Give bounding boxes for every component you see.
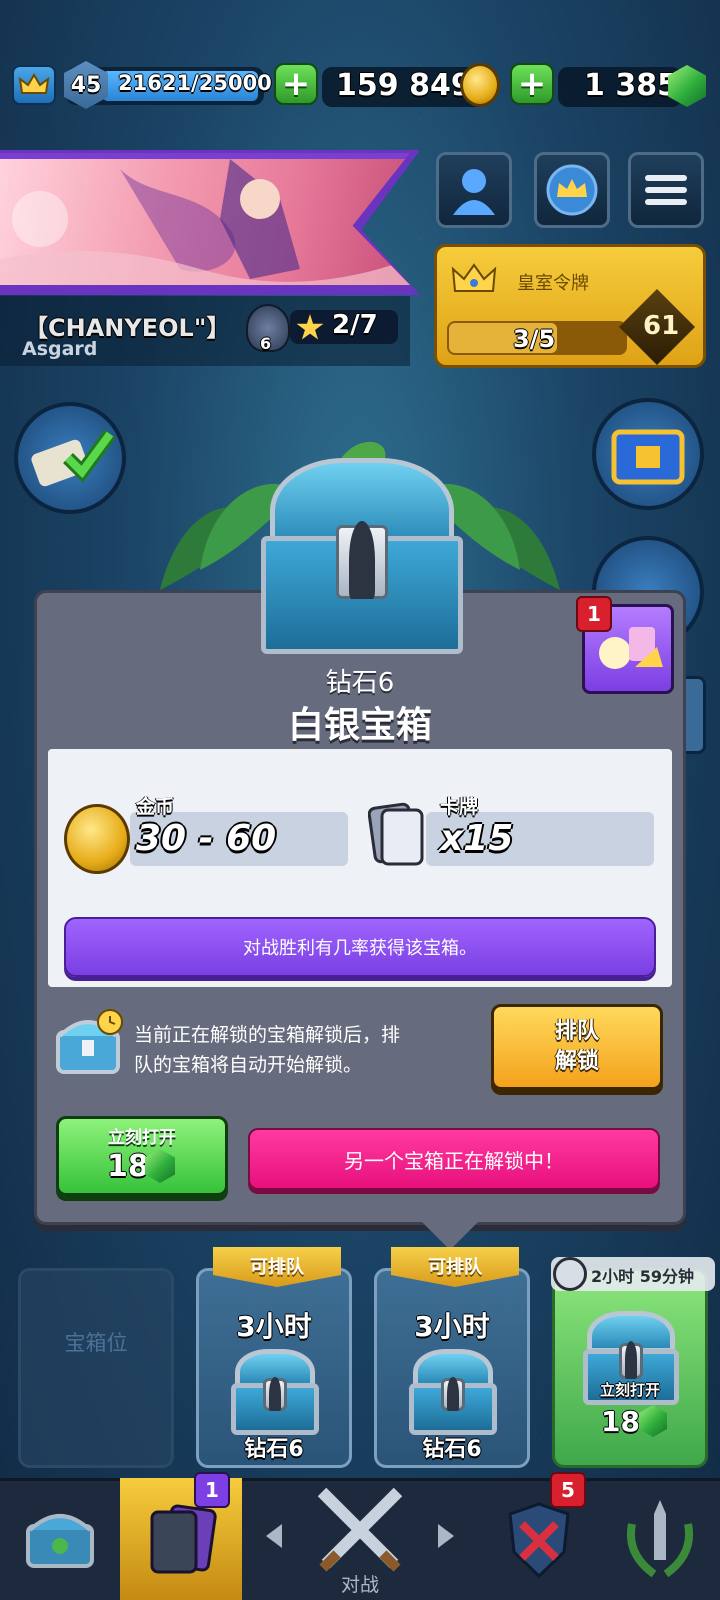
nav-events[interactable]	[598, 1478, 720, 1600]
queue-button-line1: 排队	[554, 1019, 599, 1044]
queue-button-line2: 解锁	[554, 1049, 599, 1074]
clan-shield-icon	[508, 1502, 570, 1579]
empty-slot-label: 宝箱位	[64, 1331, 128, 1355]
royal-pass-card[interactable]: 皇室令牌 3/5 61	[434, 244, 706, 368]
queue-unlock-button[interactable]: 排队 解锁	[491, 1004, 663, 1090]
trophy-rank: 6	[260, 334, 272, 353]
add-gems-button[interactable]: +	[510, 63, 554, 105]
crossed-swords-icon	[317, 1487, 403, 1572]
chest-unlocking-notice[interactable]: 另一个宝箱正在解锁中！	[248, 1128, 660, 1190]
menu-icon[interactable]	[628, 152, 704, 228]
chest-arena: 钻石6	[325, 668, 395, 698]
slot-arena-2: 钻石6	[422, 1437, 482, 1462]
crown-icon[interactable]	[12, 65, 56, 105]
slot-open-cost: 18	[601, 1405, 640, 1438]
clan-emblem-button[interactable]	[534, 152, 610, 228]
gold-value: 159 849	[336, 68, 472, 103]
top-bar: 45 21621/25000 + 159 849 + 1 385	[0, 55, 720, 115]
cards-reward-label: 卡牌	[440, 796, 479, 818]
cards-reward-value: x15	[440, 818, 514, 859]
reward-badge-count: 1	[587, 602, 601, 626]
reward-notification-badge: 1	[576, 596, 612, 632]
chest-slot-empty[interactable]: 宝箱位	[18, 1268, 174, 1468]
queue-ribbon-1: 可排队	[213, 1247, 341, 1287]
nav-right-arrow[interactable]	[438, 1524, 454, 1548]
win-chance-text: 对战胜利有几率获得该宝箱。	[243, 938, 477, 959]
queue-chest-icon	[52, 1006, 128, 1082]
slot-chest-icon-1	[227, 1349, 323, 1435]
slot-chest-icon-2	[405, 1349, 501, 1435]
gold-reward-value: 30 - 60	[136, 818, 277, 859]
battle-label: 对战	[340, 1574, 379, 1596]
nav-shop[interactable]	[0, 1478, 120, 1600]
ribbon-label-1: 可排队	[250, 1257, 304, 1278]
shop-chest-icon	[26, 1514, 94, 1568]
gem-value: 1 385	[584, 68, 678, 103]
slot-time-2: 3小时	[414, 1310, 490, 1343]
profile-info[interactable]: 【CHANYEOL"】 Asgard 6 2/7	[0, 296, 410, 366]
laurel-sword-icon	[627, 1500, 693, 1578]
open-now-button[interactable]: 立刻打开 18	[56, 1116, 228, 1196]
slot-open-label: 立刻打开	[599, 1381, 660, 1399]
slot-arena-1: 钻石6	[244, 1437, 304, 1462]
cards-notification-badge: 1	[194, 1472, 230, 1508]
silver-chest-image	[252, 458, 472, 654]
timer-icon	[553, 1257, 587, 1291]
open-now-gem-icon	[145, 1149, 175, 1183]
royal-pass-crown-icon	[451, 261, 497, 297]
nav-left-arrow[interactable]	[266, 1524, 282, 1548]
slot-time-1: 3小时	[236, 1310, 312, 1343]
open-now-label: 立刻打开	[108, 1128, 176, 1148]
level-value: 45	[70, 72, 102, 98]
gold-reward-icon	[64, 804, 130, 874]
chest-title: 白银宝箱	[287, 705, 432, 746]
shop-chest-button[interactable]	[592, 398, 704, 510]
cards-deck-icon	[150, 1504, 217, 1574]
slot-gem-icon	[639, 1405, 667, 1437]
queue-info-text: 当前正在解锁的宝箱解锁后，排 队的宝箱将自动开始解锁。	[134, 1020, 474, 1080]
cards-badge-count: 1	[205, 1478, 219, 1502]
cards-icon	[367, 800, 430, 870]
win-chance-banner: 对战胜利有几率获得该宝箱。	[64, 917, 656, 977]
quest-button[interactable]	[14, 402, 126, 514]
gold-coin-icon	[460, 63, 500, 107]
xp-value: 21621/25000	[118, 71, 272, 95]
chest-slot-unlocking[interactable]: 2小时 59分钟 立刻打开 18	[551, 1257, 715, 1468]
player-banner[interactable]	[0, 153, 410, 285]
queue-ribbon-2: 可排队	[391, 1247, 519, 1287]
clan-badge-count: 5	[561, 1478, 575, 1502]
ribbon-label-2: 可排队	[428, 1257, 482, 1278]
chest-slot-queue-2[interactable]: 可排队 3小时 钻石6	[374, 1247, 530, 1468]
clan-name: Asgard	[22, 338, 98, 360]
unlocking-message: 另一个宝箱正在解锁中！	[344, 1148, 564, 1173]
add-gold-button[interactable]: +	[274, 63, 318, 105]
royal-pass-tier: 61	[643, 311, 680, 341]
clan-notification-badge: 5	[550, 1472, 586, 1508]
star-progress: 2/7	[332, 310, 378, 340]
friends-button[interactable]	[436, 152, 512, 228]
gold-reward-label: 金币	[136, 796, 175, 818]
chest-slot-queue-1[interactable]: 可排队 3小时 钻石6	[196, 1247, 352, 1468]
unlock-timer: 2小时 59分钟	[591, 1267, 694, 1286]
queue-info-line2: 队的宝箱将自动开始解锁。	[134, 1054, 363, 1076]
open-now-cost: 18	[107, 1149, 149, 1184]
royal-pass-label: 皇室令牌	[517, 273, 589, 294]
queue-info-line1: 当前正在解锁的宝箱解锁后，排	[134, 1024, 401, 1046]
nav-battle[interactable]: 对战	[242, 1478, 478, 1600]
royal-pass-progress: 3/5	[513, 325, 556, 353]
